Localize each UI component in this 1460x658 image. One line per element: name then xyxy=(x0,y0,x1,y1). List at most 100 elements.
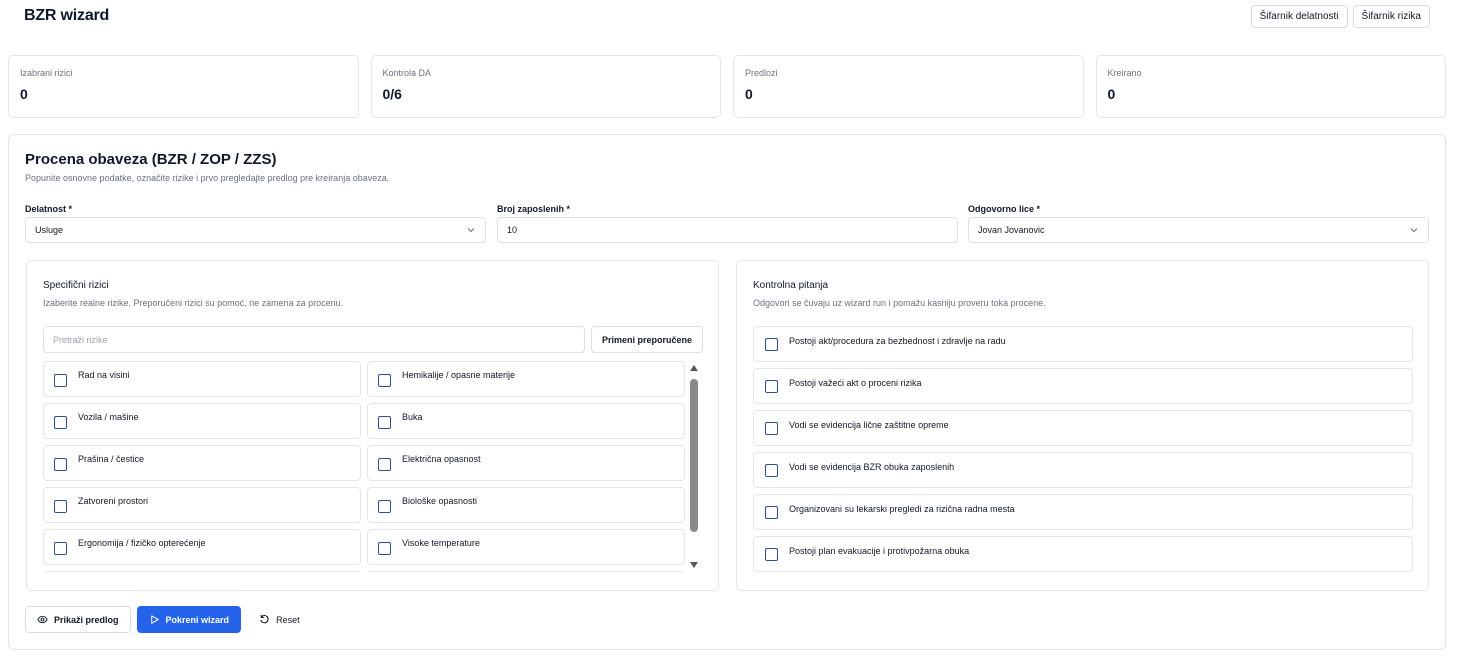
activity-codebook-button[interactable]: Šifarnik delatnosti xyxy=(1250,5,1348,28)
risk-label: Električna opasnost xyxy=(402,454,481,464)
risk-item[interactable]: Rad na visini xyxy=(43,361,361,397)
question-label: Organizovani su lekarski pregledi za riz… xyxy=(789,504,1015,514)
questions-title: Kontrolna pitanja xyxy=(753,280,829,291)
responsible-label: Odgovorno lice * xyxy=(968,204,1041,214)
question-label: Vodi se evidencija BZR obuka zaposlenih xyxy=(789,462,955,472)
reset-label: Reset xyxy=(276,614,300,625)
rotate-ccw-icon xyxy=(260,614,269,624)
question-label: Postoji plan evakuacije i protivpožarna … xyxy=(789,546,970,556)
risk-checkbox[interactable] xyxy=(54,416,67,429)
risk-codebook-button[interactable]: Šifarnik rizika xyxy=(1352,5,1430,28)
risk-label: Biološke opasnosti xyxy=(402,496,478,506)
question-label: Postoji važeći akt o proceni rizika xyxy=(789,378,922,388)
risk-checkbox[interactable] xyxy=(378,374,391,387)
risk-label: Ergonomija / fizičko opterećenje xyxy=(78,538,206,548)
risk-checkbox[interactable] xyxy=(378,416,391,429)
stat-control-yes: Kontrola DA 0/6 xyxy=(370,55,721,118)
scroll-down-arrow-icon[interactable] xyxy=(690,562,698,568)
stat-value: 0 xyxy=(20,86,28,102)
play-icon xyxy=(150,615,159,624)
preview-button[interactable]: Prikaži predlog xyxy=(25,606,131,633)
risk-checkbox[interactable] xyxy=(54,542,67,555)
risk-item[interactable]: Prašina / čestice xyxy=(43,445,361,481)
assessment-card: Procena obaveza (BZR / ZOP / ZZS) Popuni… xyxy=(8,134,1446,650)
responsible-select[interactable]: Jovan Jovanovic xyxy=(968,217,1429,243)
stat-value: 0/6 xyxy=(382,86,402,102)
question-item[interactable]: Vodi se evidencija lične zaštitne opreme xyxy=(753,410,1413,446)
question-label: Postoji akt/procedura za bezbednost i zd… xyxy=(789,336,1006,346)
question-checkbox[interactable] xyxy=(765,548,778,561)
activity-value: Usluge xyxy=(35,225,64,235)
stat-label: Izabrani rizici xyxy=(20,68,73,78)
question-item[interactable]: Postoji plan evakuacije i protivpožarna … xyxy=(753,536,1413,572)
stat-value: 0 xyxy=(1107,86,1116,102)
risk-item[interactable]: Ergonomija / fizičko opterećenje xyxy=(43,529,361,565)
reset-button[interactable]: Reset xyxy=(247,606,312,633)
risk-item[interactable]: Električna opasnost xyxy=(367,445,685,481)
question-item[interactable]: Postoji akt/procedura za bezbednost i zd… xyxy=(753,326,1413,362)
question-item[interactable]: Organizovani su lekarski pregledi za riz… xyxy=(753,494,1413,530)
risk-label: Visoke temperature xyxy=(402,538,480,548)
risk-search-input[interactable] xyxy=(43,326,585,353)
stat-label: Predlozi xyxy=(745,68,778,78)
risk-item[interactable]: Biološke opasnosti xyxy=(367,487,685,523)
scroll-up-arrow-icon[interactable] xyxy=(690,365,698,371)
risk-label: Hemikalije / opasne materije xyxy=(402,370,516,380)
activity-field: Delatnost * Usluge xyxy=(25,203,486,243)
stat-label: Kontrola DA xyxy=(382,68,432,78)
risk-item[interactable]: Zatvoreni prostori xyxy=(43,487,361,523)
chevron-down-icon xyxy=(467,228,475,233)
question-item[interactable]: Postoji važeći akt o proceni rizika xyxy=(753,368,1413,404)
risk-label: Prašina / čestice xyxy=(78,454,145,464)
stat-created: Kreirano 0 xyxy=(1095,55,1446,118)
question-checkbox[interactable] xyxy=(765,506,778,519)
risk-checkbox[interactable] xyxy=(378,458,391,471)
risk-checkbox[interactable] xyxy=(54,374,67,387)
stat-value: 0 xyxy=(745,86,753,102)
chevron-down-icon xyxy=(1410,228,1418,233)
employees-input[interactable]: 10 xyxy=(497,217,958,243)
risk-checkbox[interactable] xyxy=(54,500,67,513)
responsible-value: Jovan Jovanovic xyxy=(978,225,1045,235)
risk-label: Vozila / mašine xyxy=(78,412,139,422)
risk-item[interactable]: Hemikalije / opasne materije xyxy=(367,361,685,397)
scroll-thumb[interactable] xyxy=(690,379,698,532)
question-checkbox[interactable] xyxy=(765,422,778,435)
question-checkbox[interactable] xyxy=(765,464,778,477)
risks-title: Specifični rizici xyxy=(43,280,109,291)
risk-item-partial[interactable] xyxy=(367,571,685,572)
employees-field: Broj zaposlenih * 10 xyxy=(497,203,958,243)
activity-select[interactable]: Usluge xyxy=(25,217,486,243)
stat-label: Kreirano xyxy=(1107,68,1142,78)
risk-checkbox[interactable] xyxy=(378,542,391,555)
risks-subtitle: Izaberite realne rizike. Preporučeni riz… xyxy=(43,298,344,308)
risk-label: Buka xyxy=(402,412,423,422)
form-title: Procena obaveza (BZR / ZOP / ZZS) xyxy=(25,151,277,168)
form-subtitle: Popunite osnovne podatke, označite rizik… xyxy=(25,173,390,183)
preview-label: Prikaži predlog xyxy=(54,614,119,625)
employees-value: 10 xyxy=(507,225,518,235)
run-wizard-button[interactable]: Pokreni wizard xyxy=(136,606,242,633)
risk-checkbox[interactable] xyxy=(54,458,67,471)
question-checkbox[interactable] xyxy=(765,338,778,351)
risk-list: Rad na visini Hemikalije / opasne materi… xyxy=(43,361,685,572)
control-questions-panel: Kontrolna pitanja Odgovori se čuvaju uz … xyxy=(736,260,1429,591)
question-item[interactable]: Vodi se evidencija BZR obuka zaposlenih xyxy=(753,452,1413,488)
risk-item[interactable]: Visoke temperature xyxy=(367,529,685,565)
stat-suggestions: Predlozi 0 xyxy=(733,55,1084,118)
risk-item-partial[interactable] xyxy=(43,571,361,572)
question-checkbox[interactable] xyxy=(765,380,778,393)
specific-risks-panel: Specifični rizici Izaberite realne rizik… xyxy=(26,260,719,591)
risk-item[interactable]: Vozila / mašine xyxy=(43,403,361,439)
question-list: Postoji akt/procedura za bezbednost i zd… xyxy=(753,326,1413,578)
page-title: BZR wizard xyxy=(24,7,110,24)
eye-icon xyxy=(37,615,48,624)
risk-item[interactable]: Buka xyxy=(367,403,685,439)
activity-label: Delatnost * xyxy=(25,204,73,214)
stat-selected-risks: Izabrani rizici 0 xyxy=(8,55,359,118)
risk-checkbox[interactable] xyxy=(378,500,391,513)
responsible-field: Odgovorno lice * Jovan Jovanovic xyxy=(968,203,1429,243)
apply-recommended-button[interactable]: Primeni preporučene xyxy=(591,326,703,353)
risk-list-scrollbar[interactable] xyxy=(689,365,699,568)
risk-label: Rad na visini xyxy=(78,370,130,380)
